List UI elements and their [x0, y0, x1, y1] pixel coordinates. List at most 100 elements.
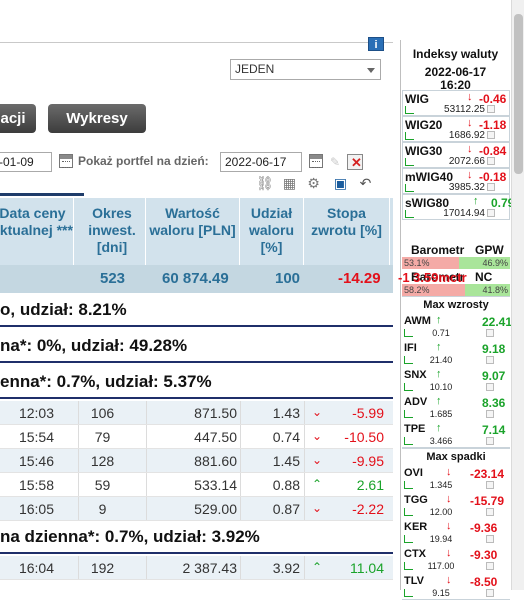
chevron-down-icon — [367, 68, 375, 73]
barometer-title: Barometr GPW — [402, 243, 510, 257]
checkbox-icon[interactable] — [486, 329, 494, 337]
ticker-change: -9.30 — [470, 548, 498, 562]
ticker-name: IFI — [404, 342, 417, 354]
index-item[interactable]: sWIG80 ↑ 0.79 17014.94 — [402, 194, 514, 220]
sparkline-icon — [405, 184, 414, 192]
checkbox-icon[interactable] — [486, 383, 494, 391]
arrow-down-icon: ↓ — [446, 466, 452, 478]
row-days: 128 — [90, 453, 115, 469]
arrow-down-icon: ↓ — [467, 91, 473, 103]
ticker-price: 117.00 — [427, 561, 455, 571]
column-divider — [240, 473, 241, 496]
header-period[interactable]: Okres inwest. [dni] — [79, 198, 146, 265]
gainer-item[interactable]: SNX ↑ 9.07 10.10 — [402, 366, 510, 394]
table-row[interactable]: 12:03 106 871.50 1.43 ⌄ -5.99 — [0, 401, 393, 425]
row-return: -10.50 — [344, 429, 384, 445]
checkbox-icon[interactable] — [486, 410, 494, 418]
checkbox-icon[interactable] — [487, 183, 495, 191]
table-row[interactable]: 15:58 59 533.14 0.88 ⌃ 2.61 — [0, 473, 393, 497]
column-divider — [146, 556, 147, 579]
arrow-down-icon: ↓ — [446, 547, 452, 559]
checkbox-icon[interactable] — [486, 535, 494, 543]
row-time: 16:04 — [18, 560, 54, 576]
table-header: Data ceny aktualnej *** Okres inwest. [d… — [0, 198, 393, 265]
table-row[interactable]: 15:46 128 881.60 1.45 ⌄ -9.95 — [0, 449, 393, 473]
clear-date-icon[interactable]: ✕ — [347, 154, 363, 170]
sparkline-icon — [404, 383, 413, 391]
row-time: 12:03 — [18, 405, 54, 421]
chevron-up-icon: ⌃ — [311, 477, 323, 491]
summary-value: 60 874.49 — [162, 270, 229, 287]
row-value: 881.60 — [194, 453, 237, 469]
checkbox-icon[interactable] — [487, 209, 495, 217]
gainer-item[interactable]: ADV ↑ 8.36 1.685 — [402, 393, 510, 421]
loser-item[interactable]: KER ↓ -9.36 19.94 — [402, 518, 510, 546]
arrow-down-icon: ↓ — [467, 117, 473, 129]
show-portfolio-label: Pokaż portfel na dzień: — [78, 154, 209, 168]
ticker-name: OVI — [404, 467, 423, 479]
table-row[interactable]: 15:54 79 447.50 0.74 ⌄ -10.50 — [0, 425, 393, 449]
arrow-down-icon: ↓ — [467, 169, 473, 181]
loser-item[interactable]: OVI ↓ -23.14 1.345 — [402, 464, 510, 492]
arrow-down-icon: ↓ — [446, 520, 452, 532]
ticker-name: CTX — [404, 548, 426, 560]
charts-button[interactable]: Wykresy — [48, 104, 146, 133]
ticker-change: -8.50 — [470, 575, 498, 589]
checkbox-icon[interactable] — [487, 157, 495, 165]
ticker-change: -9.36 — [470, 521, 498, 535]
undo-icon[interactable]: ↶ — [357, 176, 374, 193]
checkbox-icon[interactable] — [486, 481, 494, 489]
calendar-icon[interactable] — [59, 154, 73, 168]
arrow-up-icon: ↑ — [436, 368, 442, 380]
calendar-icon[interactable] — [309, 154, 323, 168]
checkbox-icon[interactable] — [487, 105, 495, 113]
max-losers-title: Max spadki — [402, 448, 510, 464]
loser-item[interactable]: TGG ↓ -15.79 12.00 — [402, 491, 510, 519]
gainer-item[interactable]: AWM ↑ 22.41 0.71 — [402, 312, 512, 340]
loser-item[interactable]: TLV ↓ -8.50 9.15 — [402, 572, 510, 600]
ticker-price: 21.40 — [429, 355, 453, 365]
ticker-price: 3.466 — [429, 436, 453, 446]
index-item[interactable]: WIG30 ↓ -0.84 2072.66 — [402, 142, 510, 168]
index-item[interactable]: mWIG40 ↓ -0.18 3985.32 — [402, 168, 510, 194]
group-header: na dzienna*: 0.7%, udział: 3.92% — [0, 520, 393, 554]
table-row[interactable]: 16:04 192 2 387.43 3.92 ⌃ 11.04 — [0, 556, 393, 580]
date-from-field[interactable]: -01-09 — [0, 152, 52, 172]
loser-item[interactable]: CTX ↓ -9.30 117.00 — [402, 545, 510, 573]
arrow-up-icon: ↑ — [436, 422, 442, 434]
header-price-date[interactable]: Data ceny aktualnej *** — [0, 198, 74, 265]
pin-icon[interactable]: ✎ — [330, 156, 342, 168]
checkbox-icon[interactable] — [486, 356, 494, 364]
summary-days: 523 — [100, 270, 126, 287]
table-row[interactable]: 16:05 9 529.00 0.87 ⌄ -2.22 — [0, 497, 393, 521]
checkbox-icon[interactable] — [486, 437, 494, 445]
checkbox-icon[interactable] — [487, 131, 495, 139]
row-days: 192 — [90, 560, 115, 576]
info-icon[interactable]: i — [368, 37, 384, 51]
row-return: -2.22 — [352, 501, 384, 517]
gainer-item[interactable]: TPE ↑ 7.14 3.466 — [402, 420, 510, 448]
gainer-item[interactable]: IFI ↑ 9.18 21.40 — [402, 339, 510, 367]
checkbox-icon[interactable] — [486, 562, 494, 570]
header-value[interactable]: Wartość waloru [PLN] — [146, 198, 240, 265]
index-item[interactable]: WIG ↓ -0.46 53112.25 — [402, 90, 510, 116]
column-divider — [240, 401, 241, 424]
index-item[interactable]: WIG20 ↓ -1.18 1686.92 — [402, 116, 510, 142]
header-return[interactable]: Stopa zwrotu [%] — [304, 198, 390, 265]
link-icon[interactable]: ⛓ — [256, 176, 274, 193]
checkbox-icon[interactable] — [486, 508, 494, 516]
scrollbar[interactable] — [511, 0, 524, 590]
gear-icon[interactable]: ⚙ — [305, 176, 322, 193]
transactions-button[interactable]: acji — [0, 104, 36, 133]
row-days: 79 — [94, 429, 111, 445]
portfolio-select[interactable]: JEDEN — [230, 59, 381, 80]
save-icon[interactable]: ▣ — [332, 176, 349, 193]
grid-icon[interactable]: ▦ — [281, 176, 298, 193]
header-share[interactable]: Udział waloru [%] — [240, 198, 304, 265]
scrollbar-thumb[interactable] — [514, 14, 523, 174]
column-divider — [78, 497, 79, 520]
portfolio-date-field[interactable]: 2022-06-17 — [220, 152, 302, 172]
checkbox-icon[interactable] — [486, 589, 494, 597]
row-value: 2 387.43 — [182, 560, 238, 576]
column-divider — [78, 425, 79, 448]
